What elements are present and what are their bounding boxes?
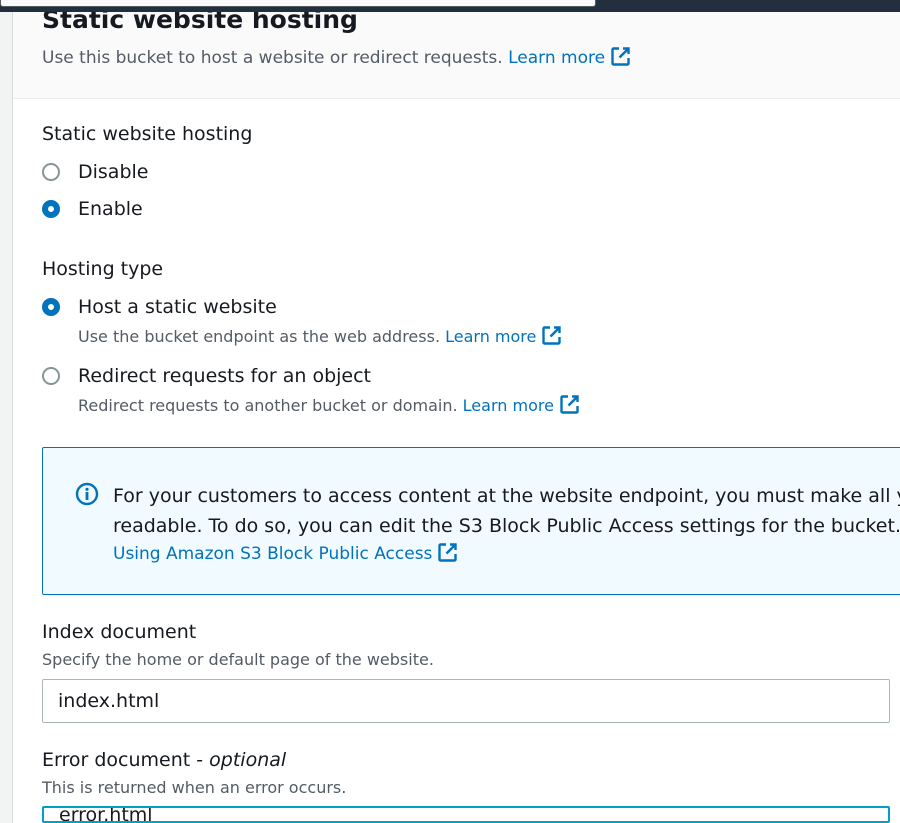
- error-document-label: Error document - optional: [42, 749, 286, 771]
- hosting-type-label: Hosting type: [42, 258, 164, 280]
- host-static-website-description: Use the bucket endpoint as the web addre…: [78, 325, 562, 350]
- radio-host-static-website-label: Host a static website: [78, 296, 277, 318]
- left-rail: [0, 12, 13, 823]
- redirect-requests-learn-more-link[interactable]: Learn more: [462, 395, 580, 415]
- host-static-website-description-text: Use the bucket endpoint as the web addre…: [78, 327, 441, 346]
- external-link-icon: [437, 542, 458, 568]
- host-static-website-learn-more-label: Learn more: [445, 327, 537, 346]
- radio-enable-label: Enable: [78, 198, 143, 220]
- hosting-label: Static website hosting: [42, 123, 253, 145]
- info-alert-text: For your customers to access content at …: [113, 481, 900, 541]
- redirect-requests-description-text: Redirect requests to another bucket or d…: [78, 396, 458, 415]
- redirect-requests-description: Redirect requests to another bucket or d…: [78, 394, 580, 419]
- block-public-access-link[interactable]: Using Amazon S3 Block Public Access: [113, 542, 458, 568]
- header-learn-more-label: Learn more: [508, 48, 606, 68]
- redirect-requests-learn-more-label: Learn more: [462, 396, 554, 415]
- page-title: Static website hosting: [42, 12, 358, 34]
- info-icon: [75, 482, 99, 510]
- index-document-input[interactable]: [42, 679, 890, 723]
- radio-redirect-requests-label: Redirect requests for an object: [78, 365, 371, 387]
- info-alert-line-2: readable. To do so, you can edit the S3 …: [113, 515, 900, 537]
- radio-redirect-requests-circle[interactable]: [42, 367, 60, 385]
- info-alert: For your customers to access content at …: [42, 447, 900, 595]
- block-public-access-link-label: Using Amazon S3 Block Public Access: [113, 544, 433, 564]
- host-static-website-learn-more-link[interactable]: Learn more: [445, 326, 562, 346]
- radio-disable-label: Disable: [78, 161, 149, 183]
- index-document-description: Specify the home or default page of the …: [42, 650, 434, 669]
- error-document-label-text: Error document -: [42, 749, 210, 771]
- error-document-optional: optional: [209, 749, 287, 771]
- top-bar: [0, 0, 900, 12]
- external-link-icon: [559, 394, 580, 419]
- error-document-input[interactable]: [42, 806, 890, 823]
- radio-disable-circle[interactable]: [42, 163, 60, 181]
- external-link-icon: [541, 325, 562, 350]
- static-website-hosting-panel: Static website hosting Use this bucket t…: [13, 12, 900, 823]
- header-description-text: Use this bucket to host a website or red…: [42, 48, 503, 68]
- header-learn-more-link[interactable]: Learn more: [508, 47, 631, 68]
- radio-host-static-website-circle[interactable]: [42, 298, 60, 316]
- radio-enable-circle[interactable]: [42, 200, 60, 218]
- top-bar-tab: [0, 0, 596, 7]
- external-link-icon: [610, 46, 631, 72]
- info-alert-line-1: For your customers to access content at …: [113, 485, 900, 507]
- error-document-description: This is returned when an error occurs.: [42, 778, 347, 797]
- index-document-label: Index document: [42, 621, 197, 643]
- panel-header: Static website hosting Use this bucket t…: [13, 12, 900, 99]
- header-description: Use this bucket to host a website or red…: [42, 46, 631, 72]
